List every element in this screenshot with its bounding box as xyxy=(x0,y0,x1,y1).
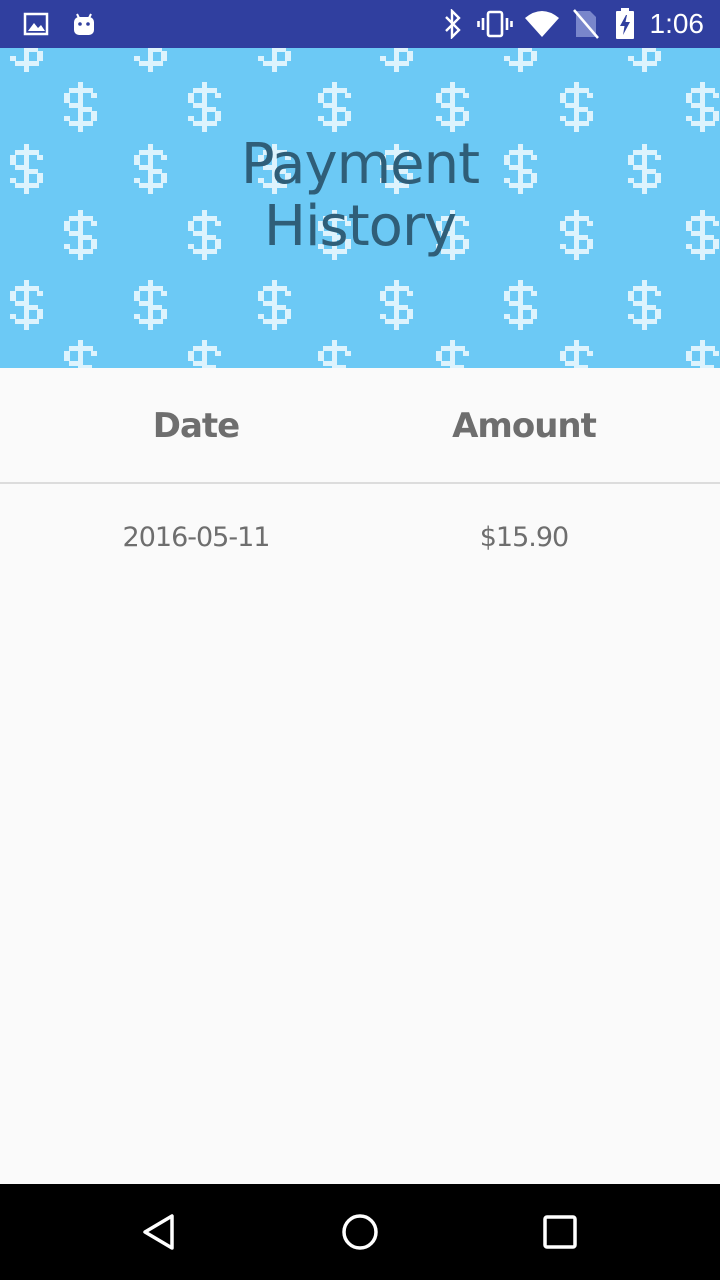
dollar-sign-icon xyxy=(188,340,221,368)
column-header-amount: Amount xyxy=(452,406,597,446)
dollar-sign-icon xyxy=(686,340,719,368)
page-title: Payment History xyxy=(0,134,720,258)
bluetooth-icon xyxy=(440,0,466,48)
home-button[interactable] xyxy=(312,1184,408,1280)
back-icon xyxy=(143,1214,174,1250)
dollar-sign-icon xyxy=(380,280,413,330)
dollar-sign-icon xyxy=(64,340,97,368)
dollar-sign-icon xyxy=(64,82,97,132)
dollar-sign-icon xyxy=(258,280,291,330)
wifi-icon xyxy=(522,0,562,48)
dollar-sign-icon xyxy=(436,82,469,132)
android-icon xyxy=(68,0,100,48)
dollar-sign-icon xyxy=(134,48,167,72)
dollar-sign-icon xyxy=(10,48,43,72)
dollar-sign-icon xyxy=(504,280,537,330)
status-bar: 1:06 xyxy=(0,0,720,48)
no-sim-icon xyxy=(570,0,602,48)
status-clock: 1:06 xyxy=(649,8,705,39)
dollar-sign-icon xyxy=(10,280,43,330)
header-banner: Payment History xyxy=(0,48,720,368)
dollar-sign-icon xyxy=(318,340,351,368)
dollar-sign-icon xyxy=(560,82,593,132)
page-title-line2: History xyxy=(263,194,457,259)
vibrate-icon xyxy=(476,0,514,48)
back-button[interactable] xyxy=(112,1184,208,1280)
dollar-sign-icon xyxy=(258,48,291,72)
table-row: 2016-05-11 $15.90 xyxy=(0,486,720,590)
dollar-sign-icon xyxy=(436,340,469,368)
dollar-sign-icon xyxy=(628,48,661,72)
battery-charging-icon xyxy=(612,0,638,48)
dollar-sign-icon xyxy=(134,280,167,330)
column-header-date: Date xyxy=(152,406,240,446)
row-date: 2016-05-11 xyxy=(122,522,271,553)
navigation-bar xyxy=(0,1184,720,1280)
dollar-sign-icon xyxy=(188,82,221,132)
home-icon xyxy=(342,1214,378,1250)
dollar-sign-icon xyxy=(560,340,593,368)
dollar-sign-icon xyxy=(628,280,661,330)
dollar-sign-icon xyxy=(318,82,351,132)
dollar-sign-icon xyxy=(504,48,537,72)
dollar-sign-icon xyxy=(686,82,719,132)
recents-icon xyxy=(543,1215,577,1249)
row-amount: $15.90 xyxy=(479,522,569,553)
image-icon xyxy=(20,0,52,48)
page-title-line1: Payment xyxy=(240,132,480,197)
table-header: Date Amount xyxy=(0,368,720,484)
recents-button[interactable] xyxy=(512,1184,608,1280)
dollar-sign-icon xyxy=(380,48,413,72)
